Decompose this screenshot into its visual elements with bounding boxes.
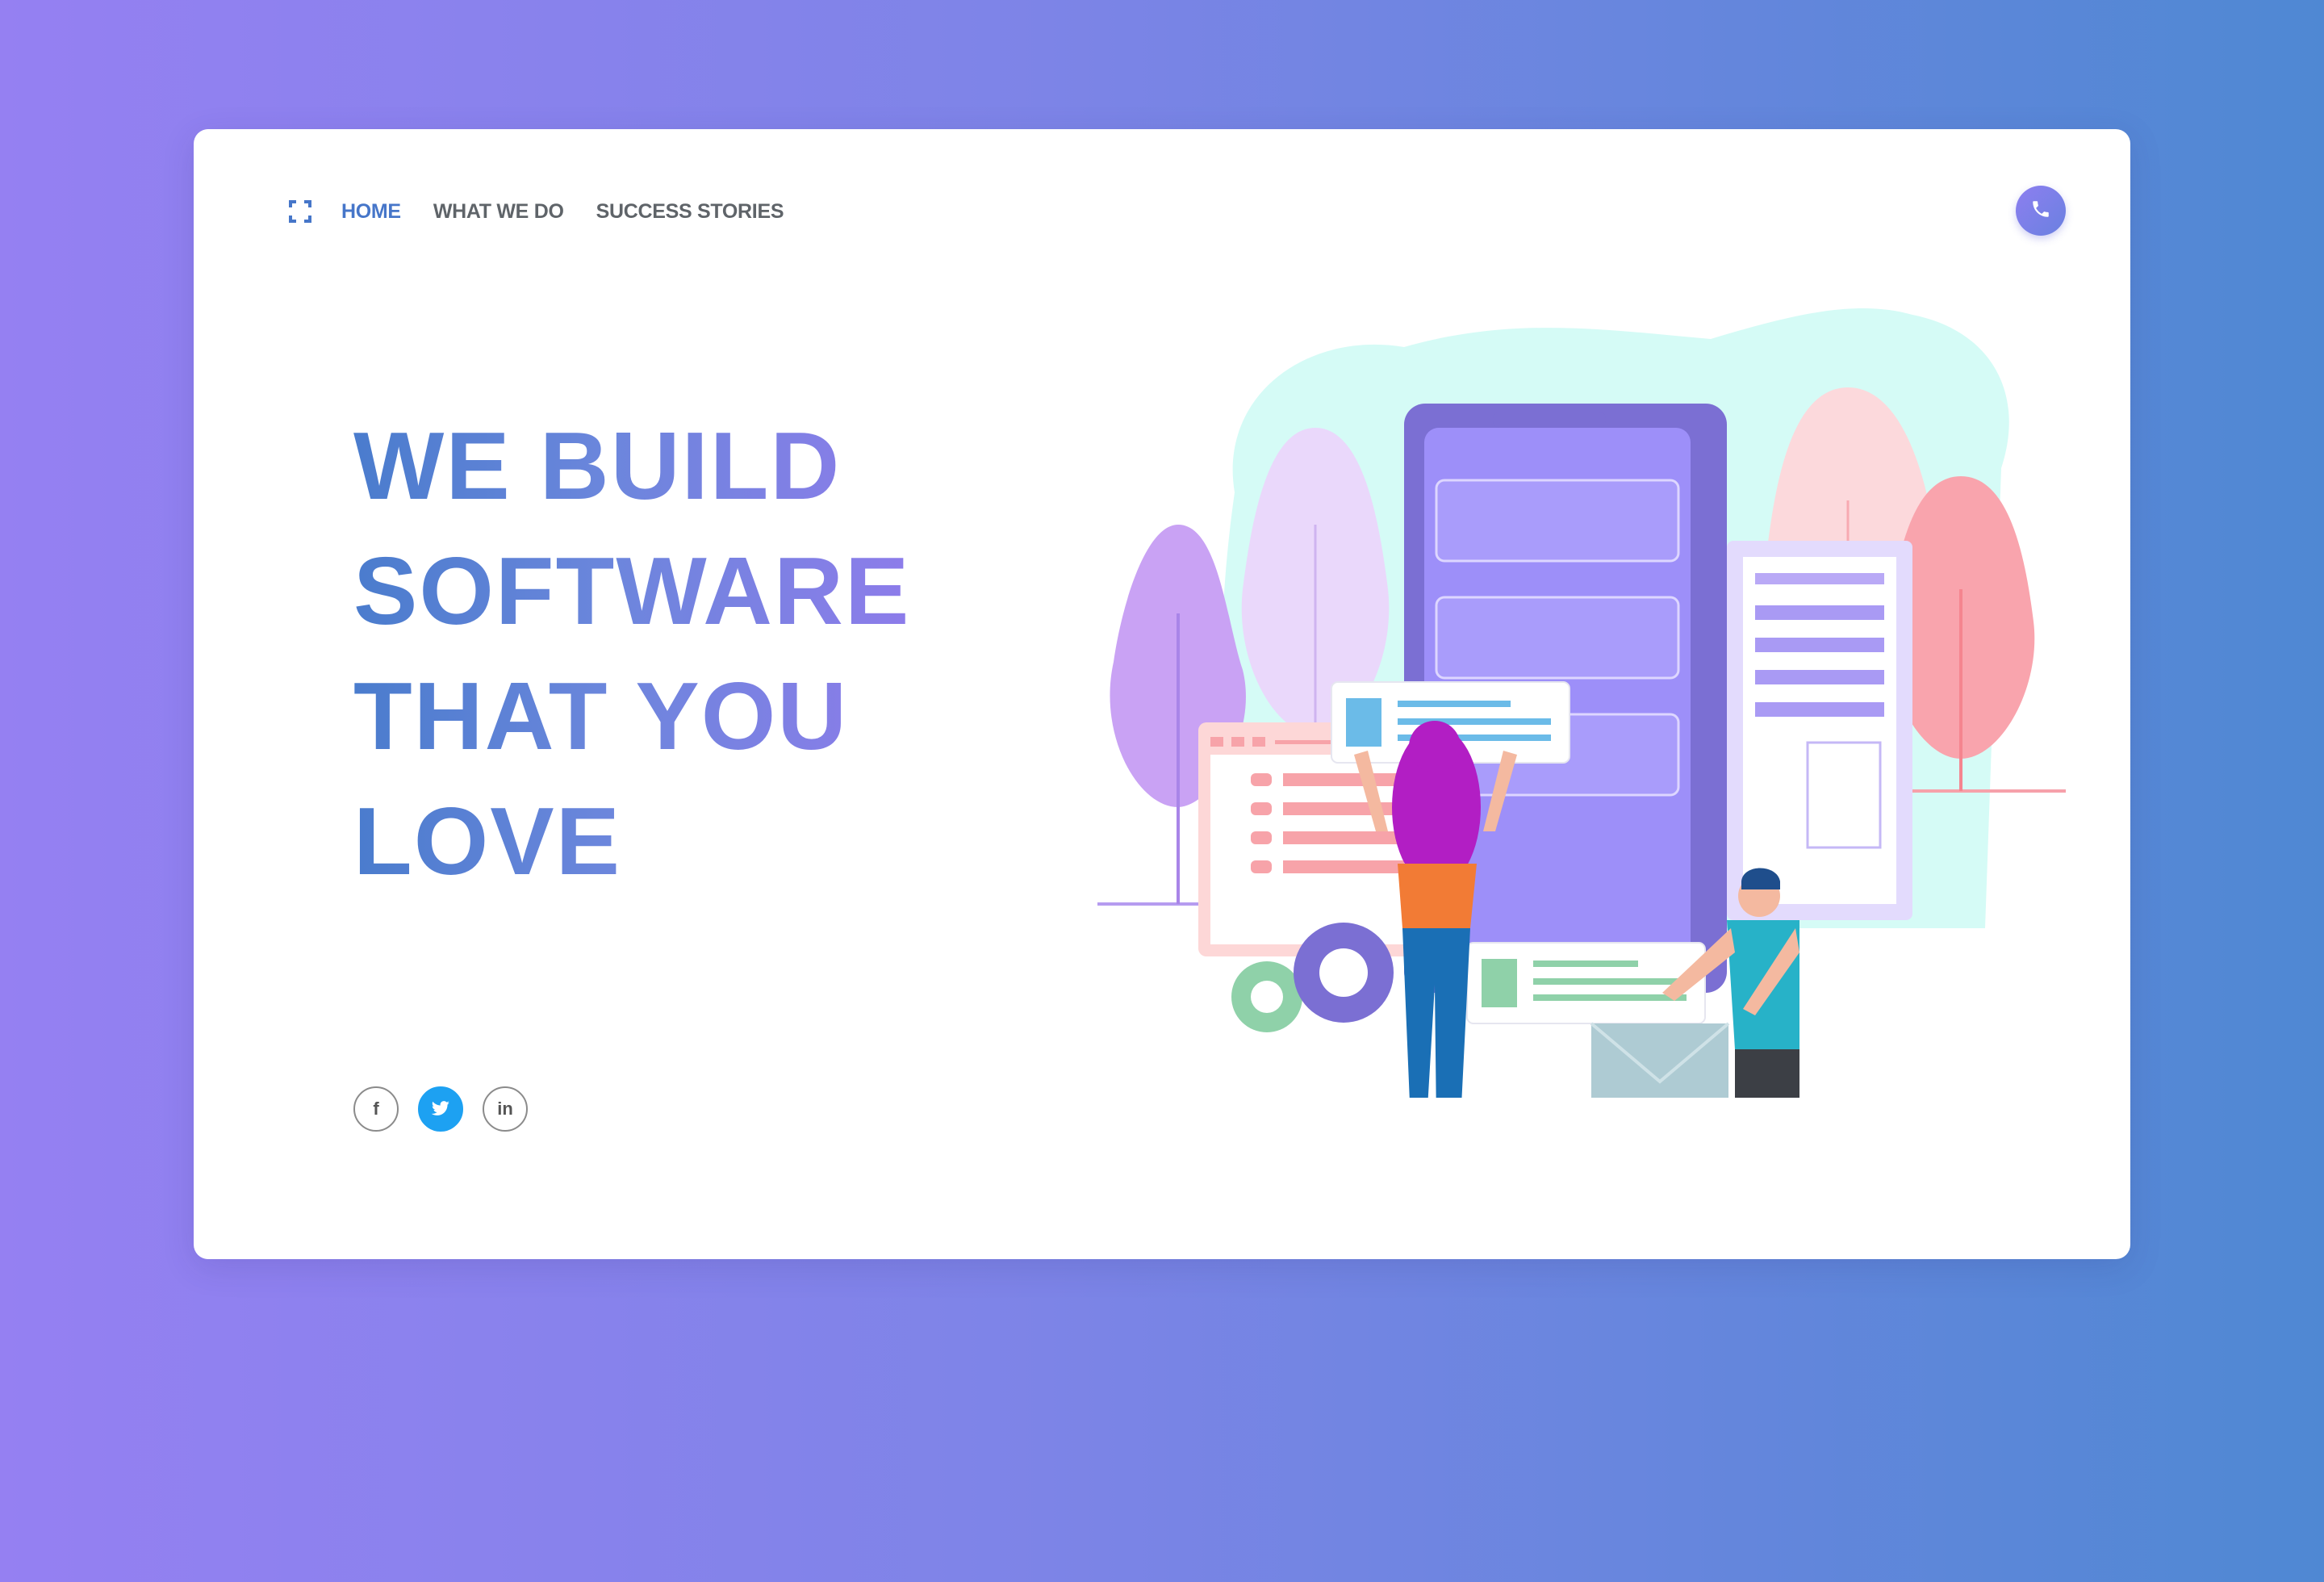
hero-line-4: LOVE [353,788,621,895]
hero-headline: WE BUILD SOFTWARE THAT YOU LOVE [353,404,910,904]
phone-icon [2030,199,2051,224]
expand-corners-icon[interactable] [289,200,311,223]
linkedin-glyph: in [497,1099,513,1119]
facebook-icon[interactable]: f [353,1086,399,1132]
facebook-glyph: f [373,1099,379,1119]
twitter-bird-icon [431,1101,449,1115]
hero-line-2: SOFTWARE [353,538,911,645]
landing-card: HOME WHAT WE DO SUCCESS STORIES WE BUILD… [194,129,2130,1259]
hero-illustration [1097,308,2066,1098]
gear-green-icon [1231,961,1302,1032]
social-links: f in [353,1086,547,1132]
nav-home[interactable]: HOME [341,200,401,224]
hero-line-1: WE BUILD [353,412,842,520]
phone-button[interactable] [2016,186,2066,236]
hero-line-3: THAT YOU [353,663,849,770]
envelope-icon [1590,1022,1730,1098]
nav-success-stories[interactable]: SUCCESS STORIES [596,200,784,224]
top-nav: HOME WHAT WE DO SUCCESS STORIES [289,190,816,232]
linkedin-icon[interactable]: in [483,1086,528,1132]
nav-what-we-do[interactable]: WHAT WE DO [433,200,564,224]
twitter-icon[interactable] [418,1086,463,1132]
gear-purple-icon [1294,923,1394,1023]
